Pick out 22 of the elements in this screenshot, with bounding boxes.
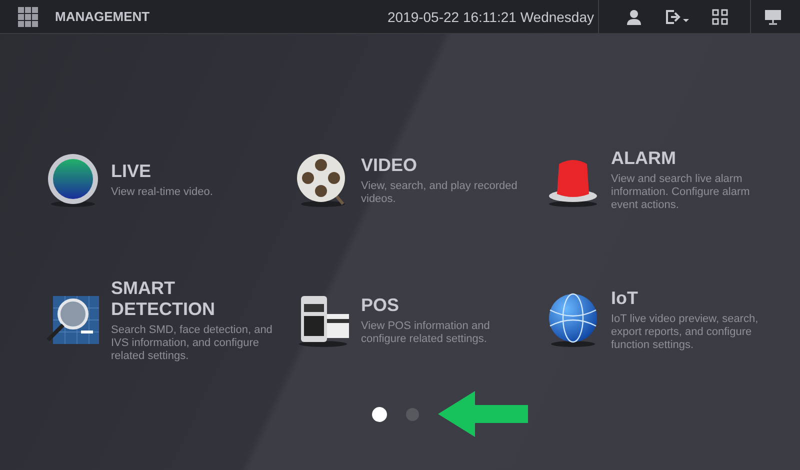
monitor-icon[interactable]	[764, 8, 782, 24]
module-description: View POS information and configure related settings.	[361, 320, 491, 346]
module-description: View and search live alarm information. Configure alarm event actions.	[611, 173, 751, 212]
module-description: View, search, and play recorded videos.	[361, 180, 518, 206]
module-title[interactable]: IoT	[611, 288, 776, 309]
user-icon[interactable]	[626, 8, 642, 24]
module-title[interactable]: VIDEO	[361, 154, 526, 176]
module-title[interactable]: LIVE	[111, 161, 276, 182]
qr-code-icon[interactable]	[712, 8, 728, 24]
module-description: Search SMD, face detection, and IVS information, and configure related settings.	[111, 324, 274, 362]
page-title: MANAGEMENT	[55, 9, 150, 24]
page-dot[interactable]	[406, 408, 419, 421]
grid-menu-icon[interactable]	[18, 6, 38, 26]
live-view-icon[interactable]	[45, 152, 101, 208]
module-title[interactable]: POS	[361, 294, 526, 316]
logout-icon[interactable]	[665, 8, 689, 24]
module-description: View real-time video.	[111, 186, 214, 199]
date-time: 2019-05-22 16:11:21 Wednesday	[387, 8, 594, 24]
module-title[interactable]: ALARM	[611, 148, 776, 169]
module-title[interactable]: SMART DETECTION	[111, 278, 276, 320]
page-dot[interactable]	[372, 407, 387, 422]
module-description: IoT live video preview, search, export reports, and configure function settings.	[611, 313, 760, 352]
